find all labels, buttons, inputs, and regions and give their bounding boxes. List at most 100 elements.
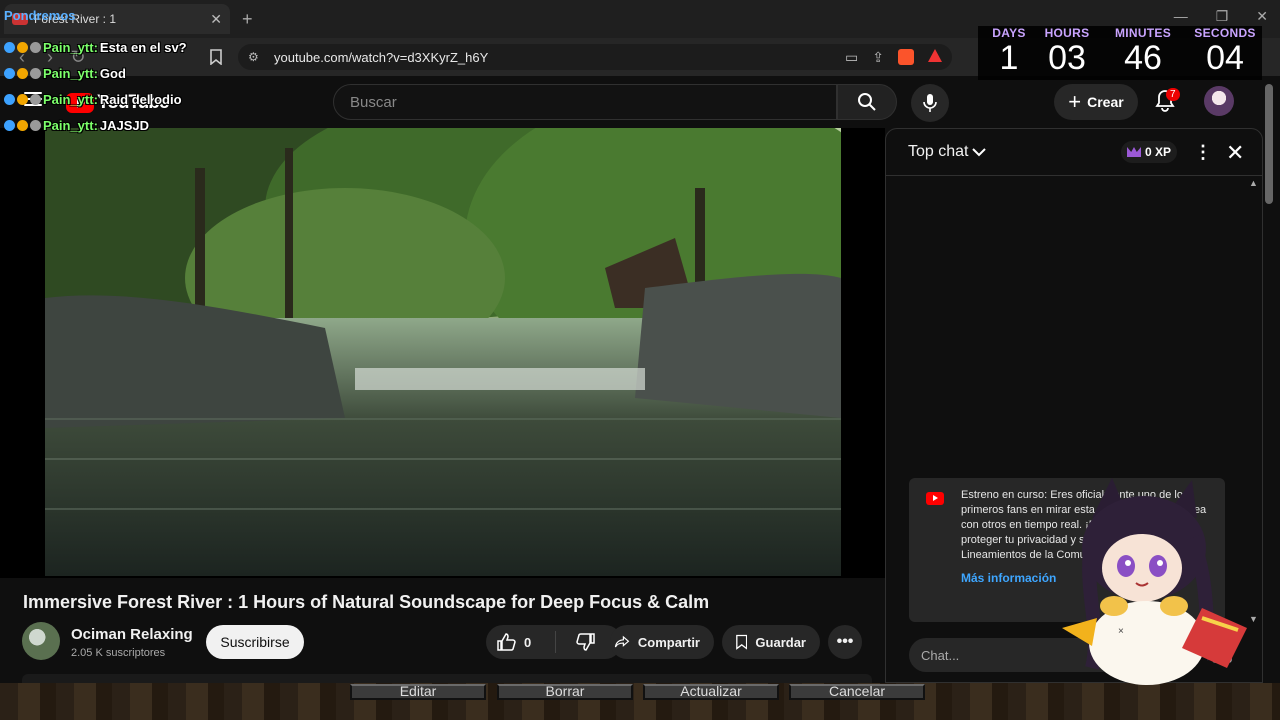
url-text: youtube.com/watch?v=d3XKyrZ_h6Y bbox=[274, 49, 489, 65]
overlay-chat-message: Esta en el sv? bbox=[99, 39, 187, 55]
video-player[interactable] bbox=[45, 128, 841, 576]
badge-icon bbox=[30, 93, 41, 105]
like-button[interactable]: 0 bbox=[486, 631, 556, 653]
cancel-button[interactable]: Cancelar bbox=[789, 684, 925, 700]
stream-chat-overlay: Pain_ytt: Esta en el sv? Pain_ytt: God P… bbox=[4, 34, 187, 138]
window-controls: — ❐ ✕ bbox=[1174, 8, 1268, 25]
seconds-label: SECONDS bbox=[1194, 26, 1256, 40]
url-actions: ▭ ⇪ bbox=[845, 48, 942, 66]
plus-icon: + bbox=[1068, 89, 1082, 114]
badge-icon bbox=[17, 67, 28, 79]
page-scrollbar[interactable] bbox=[1265, 84, 1273, 204]
hours-label: HOURS bbox=[1044, 26, 1090, 40]
top-chat-label: Top chat bbox=[908, 143, 969, 160]
chevron-down-icon bbox=[972, 148, 987, 157]
site-info-icon[interactable]: ⚙ bbox=[248, 50, 262, 64]
close-icon[interactable]: ✕ bbox=[1226, 140, 1244, 166]
more-icon: ••• bbox=[836, 633, 854, 650]
share-icon bbox=[614, 635, 630, 648]
overlay-chat-message: God bbox=[99, 65, 126, 81]
overlay-chat-user: Pain_ytt: bbox=[43, 91, 98, 107]
dislike-button[interactable] bbox=[564, 632, 596, 652]
channel-name[interactable]: Ociman Relaxing bbox=[71, 626, 193, 643]
mic-icon bbox=[923, 94, 937, 112]
badge-icon bbox=[30, 119, 41, 131]
overlay-chat-line: Pain_ytt: Raid del odio bbox=[4, 86, 187, 112]
game-ui-strip bbox=[0, 683, 1280, 720]
badge-icon bbox=[30, 41, 41, 53]
like-icon bbox=[497, 633, 516, 651]
chat-scroll-up[interactable]: ▲ bbox=[1249, 178, 1258, 188]
top-chat-selector[interactable]: Top chat bbox=[908, 143, 987, 161]
overlay-chat-user: Pain_ytt: bbox=[43, 117, 98, 133]
overlay-tab-label: Pondremos bbox=[4, 8, 76, 23]
save-label: Guardar bbox=[755, 634, 806, 650]
create-button[interactable]: + Crear bbox=[1054, 84, 1138, 120]
svg-text:×: × bbox=[1118, 626, 1124, 637]
new-tab-button[interactable]: + bbox=[242, 9, 253, 30]
countdown-minutes: MINUTES 46 bbox=[1108, 26, 1178, 76]
youtube-mini-icon bbox=[926, 492, 944, 505]
share-page-icon[interactable]: ⇪ bbox=[872, 49, 884, 66]
tab-close-icon[interactable]: ✕ bbox=[210, 11, 222, 28]
seconds-value: 04 bbox=[1206, 39, 1244, 77]
badge-icon bbox=[4, 41, 15, 53]
maximize-button[interactable]: ❐ bbox=[1216, 8, 1229, 25]
badge-icon bbox=[30, 67, 41, 79]
cast-icon[interactable]: ▭ bbox=[845, 49, 858, 66]
save-icon bbox=[736, 634, 748, 650]
more-actions-button[interactable]: ••• bbox=[828, 625, 862, 659]
bookmark-icon[interactable] bbox=[202, 43, 230, 71]
badge-icon bbox=[17, 41, 28, 53]
notification-badge: 7 bbox=[1166, 88, 1180, 101]
minutes-label: MINUTES bbox=[1114, 26, 1172, 40]
crown-icon bbox=[1127, 147, 1141, 157]
create-label: Crear bbox=[1087, 94, 1124, 110]
overlay-chat-line: Pain_ytt: God bbox=[4, 60, 187, 86]
minimize-button[interactable]: — bbox=[1174, 8, 1188, 25]
overlay-chat-message: Raid del odio bbox=[99, 91, 182, 107]
hours-value: 03 bbox=[1048, 39, 1086, 77]
overlay-chat-user: Pain_ytt: bbox=[43, 65, 98, 81]
badge-icon bbox=[4, 93, 15, 105]
save-button[interactable]: Guardar bbox=[722, 625, 820, 659]
countdown-hours: HOURS 03 bbox=[1032, 26, 1102, 76]
voice-search-button[interactable] bbox=[911, 84, 949, 122]
vtuber-mascot: × bbox=[1062, 478, 1247, 685]
countdown-seconds: SECONDS 04 bbox=[1190, 26, 1260, 76]
brave-rewards-icon[interactable] bbox=[928, 48, 942, 62]
minutes-value: 46 bbox=[1124, 39, 1162, 77]
xp-badge[interactable]: 0 XP bbox=[1121, 141, 1178, 163]
like-dislike-group: 0 bbox=[486, 625, 622, 659]
subscriber-count: 2.05 K suscriptores bbox=[71, 647, 166, 659]
chat-more-icon[interactable]: ⋮ bbox=[1194, 142, 1212, 163]
like-count: 0 bbox=[524, 634, 532, 650]
overlay-chat-line: Pain_ytt: Esta en el sv? bbox=[4, 34, 187, 60]
close-window-button[interactable]: ✕ bbox=[1256, 8, 1268, 25]
badge-icon bbox=[17, 119, 28, 131]
update-button[interactable]: Actualizar bbox=[643, 684, 779, 700]
delete-button[interactable]: Borrar bbox=[497, 684, 633, 700]
url-field[interactable]: ⚙ youtube.com/watch?v=d3XKyrZ_h6Y ▭ ⇪ bbox=[238, 44, 952, 70]
search-button[interactable] bbox=[837, 84, 897, 120]
xp-value: 0 XP bbox=[1145, 145, 1172, 159]
chat-scroll-down[interactable]: ▼ bbox=[1249, 614, 1258, 624]
search-box bbox=[333, 84, 837, 120]
channel-avatar[interactable] bbox=[22, 622, 60, 660]
search-input[interactable] bbox=[350, 93, 836, 111]
video-title: Immersive Forest River : 1 Hours of Natu… bbox=[23, 592, 710, 612]
dislike-icon bbox=[576, 633, 595, 651]
avatar[interactable] bbox=[1204, 86, 1234, 116]
overlay-chat-message: JAJSJD bbox=[99, 117, 150, 133]
overlay-chat-user: Pain_ytt: bbox=[43, 39, 98, 55]
subscribe-button[interactable]: Suscribirse bbox=[206, 625, 304, 659]
badge-icon bbox=[4, 67, 15, 79]
edit-button[interactable]: Editar bbox=[350, 684, 486, 700]
share-label: Compartir bbox=[637, 634, 700, 650]
search-icon bbox=[858, 93, 876, 111]
badge-icon bbox=[17, 93, 28, 105]
brave-shield-icon[interactable] bbox=[898, 48, 914, 65]
countdown-timer: DAYS 1 HOURS 03 MINUTES 46 SECONDS 04 bbox=[978, 26, 1262, 80]
share-button[interactable]: Compartir bbox=[610, 625, 714, 659]
overlay-chat-line: Pain_ytt: JAJSJD bbox=[4, 112, 187, 138]
